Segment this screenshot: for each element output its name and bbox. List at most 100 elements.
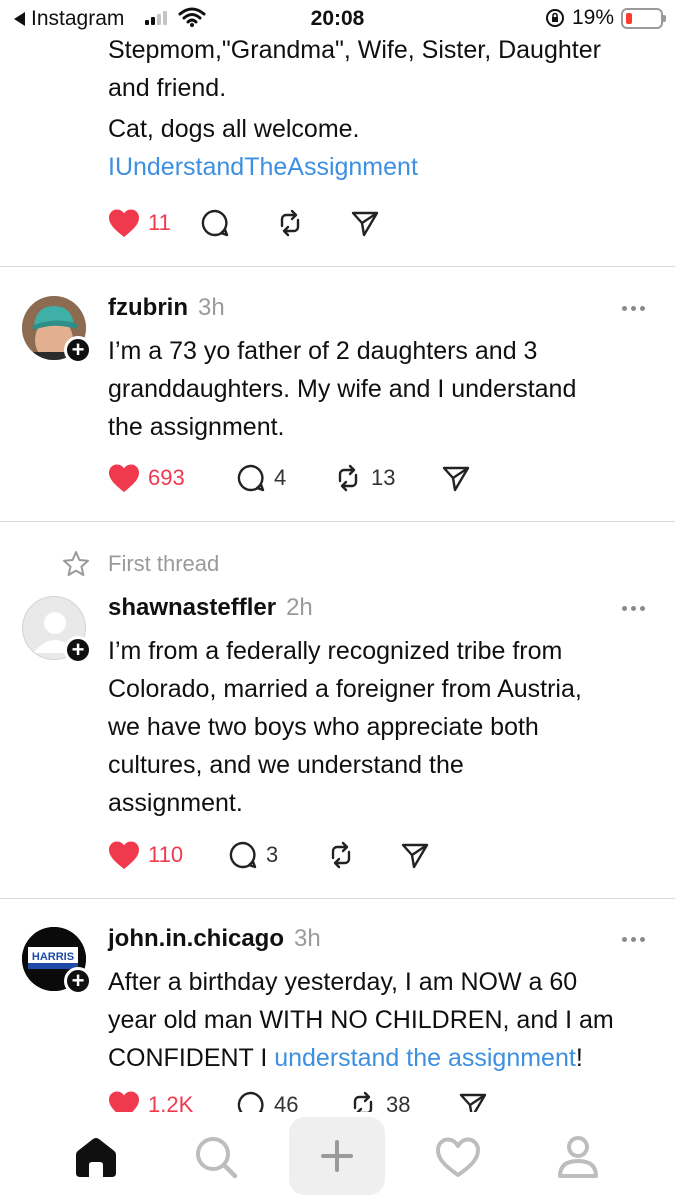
- reply-count: 4: [274, 465, 287, 490]
- activity-icon: [436, 1137, 480, 1177]
- post-body: I’m a 73 yo father of 2 daughters and 3 …: [108, 332, 576, 446]
- post-time: 2h: [286, 594, 313, 621]
- comment-icon: [237, 1091, 264, 1112]
- nav-profile[interactable]: [548, 1127, 608, 1187]
- heart-filled-icon: [109, 841, 139, 869]
- post-actions: 11: [108, 208, 380, 238]
- post-header: john.in.chicago 3h: [108, 925, 321, 953]
- first-thread-text: First thread: [108, 551, 220, 576]
- send-icon: [459, 1093, 487, 1112]
- post-line: I’m from a federally recognized tribe fr…: [108, 637, 563, 665]
- bottom-nav: [0, 1112, 675, 1200]
- share-button[interactable]: [441, 463, 471, 493]
- first-thread-label: First thread: [62, 550, 219, 578]
- post-line: granddaughters. My wife and I understand: [108, 375, 577, 403]
- share-button[interactable]: [350, 208, 380, 238]
- home-icon: [76, 1138, 116, 1177]
- thread-feed: Stepmom,"Grandma", Wife, Sister, Daughte…: [0, 0, 675, 1112]
- like-button[interactable]: 11: [108, 208, 200, 238]
- reply-button[interactable]: 46: [236, 1090, 348, 1112]
- follow-button[interactable]: +: [64, 336, 92, 364]
- like-count: 110: [148, 842, 184, 867]
- hashtag-link[interactable]: IUnderstandTheAssignment: [108, 148, 601, 186]
- star-icon: [63, 551, 89, 576]
- post-line: Cat, dogs all welcome.: [108, 115, 360, 143]
- post-time: 3h: [197, 294, 225, 321]
- like-button[interactable]: 1.2K: [108, 1090, 236, 1112]
- hashtag-link[interactable]: understand the assignment: [274, 1044, 576, 1072]
- more-options-button[interactable]: [622, 306, 645, 311]
- post-header: fzubrin 3h: [108, 294, 225, 322]
- post-actions: 1.2K 46 38: [108, 1090, 488, 1112]
- share-button[interactable]: [400, 840, 430, 870]
- post-line: the assignment.: [108, 413, 285, 441]
- heart-filled-icon: [109, 209, 139, 237]
- profile-icon: [558, 1136, 598, 1178]
- reply-count: 3: [266, 842, 279, 867]
- repost-button[interactable]: [275, 208, 350, 238]
- nav-create[interactable]: [289, 1117, 385, 1195]
- post-body: After a birthday yesterday, I am NOW a 6…: [108, 963, 614, 1077]
- more-options-button[interactable]: [622, 606, 645, 611]
- reply-button[interactable]: [200, 208, 275, 238]
- post-text: CONFIDENT I: [108, 1044, 275, 1072]
- nav-home[interactable]: [66, 1127, 126, 1187]
- divider: [0, 266, 675, 267]
- username[interactable]: fzubrin: [108, 294, 188, 322]
- post-line: cultures, and we understand the: [108, 751, 464, 779]
- comment-icon: [201, 209, 229, 237]
- comment-icon: [229, 841, 257, 869]
- heart-filled-icon: [109, 1091, 139, 1112]
- like-count: 1.2K: [148, 1092, 194, 1112]
- reply-count: 46: [274, 1092, 299, 1112]
- like-count: 693: [148, 465, 185, 490]
- follow-button[interactable]: +: [64, 967, 92, 995]
- repost-icon: [353, 1091, 373, 1112]
- post-body: I’m from a federally recognized tribe fr…: [108, 632, 582, 822]
- post-actions: 110 3: [108, 840, 430, 870]
- repost-count: 13: [371, 465, 396, 490]
- create-icon: [321, 1140, 353, 1172]
- divider: [0, 521, 675, 522]
- nav-activity[interactable]: [428, 1127, 488, 1187]
- post-line: year old man WITH NO CHILDREN, and I am: [108, 1006, 614, 1034]
- post-line: assignment.: [108, 789, 243, 817]
- post-line: I’m a 73 yo father of 2 daughters and 3: [108, 337, 538, 365]
- post-line: Stepmom,"Grandma", Wife, Sister, Daughte…: [108, 36, 601, 64]
- heart-filled-icon: [109, 464, 139, 492]
- send-icon: [401, 843, 429, 869]
- comment-icon: [237, 464, 265, 492]
- post-time: 3h: [294, 925, 321, 952]
- post-body: Stepmom,"Grandma", Wife, Sister, Daughte…: [108, 31, 601, 186]
- repost-icon: [280, 209, 300, 237]
- follow-button[interactable]: +: [64, 636, 92, 664]
- repost-icon: [338, 464, 358, 492]
- post-line: After a birthday yesterday, I am NOW a 6…: [108, 968, 578, 996]
- repost-button[interactable]: [326, 840, 400, 870]
- search-icon: [196, 1137, 238, 1179]
- post-actions: 693 4 13: [108, 463, 471, 493]
- repost-count: 38: [386, 1092, 411, 1112]
- repost-button[interactable]: 38: [348, 1090, 458, 1112]
- send-icon: [442, 466, 470, 492]
- username[interactable]: shawnasteffler: [108, 594, 276, 622]
- repost-icon: [331, 841, 351, 869]
- post-line: CONFIDENT I understand the assignment!: [108, 1039, 614, 1077]
- more-options-button[interactable]: [622, 937, 645, 942]
- reply-button[interactable]: 3: [228, 840, 326, 870]
- post-line: we have two boys who appreciate both: [108, 713, 539, 741]
- username[interactable]: john.in.chicago: [108, 925, 284, 953]
- post-header: shawnasteffler 2h: [108, 594, 313, 622]
- send-icon: [351, 211, 379, 237]
- nav-search[interactable]: [186, 1127, 246, 1187]
- like-button[interactable]: 693: [108, 463, 236, 493]
- divider: [0, 898, 675, 899]
- share-button[interactable]: [458, 1090, 488, 1112]
- post-line: Colorado, married a foreigner from Austr…: [108, 675, 582, 703]
- like-count: 11: [148, 210, 171, 235]
- avatar-text: HARRIS: [32, 951, 74, 963]
- post-line: and friend.: [108, 74, 227, 102]
- repost-button[interactable]: 13: [333, 463, 441, 493]
- reply-button[interactable]: 4: [236, 463, 333, 493]
- like-button[interactable]: 110: [108, 840, 228, 870]
